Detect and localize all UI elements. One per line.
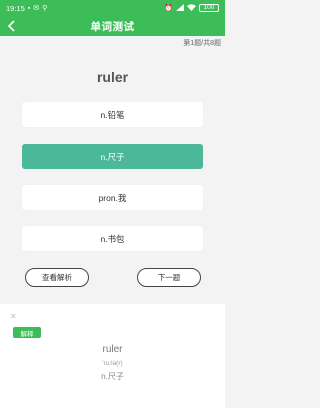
- square-icon: ▪: [27, 4, 31, 12]
- explanation-meaning: n.尺子: [101, 372, 124, 381]
- location-icon: ⚲: [42, 4, 48, 12]
- header-bar: 单词测试: [0, 16, 225, 36]
- explanation-phonetic: 'ru:lə(r): [102, 360, 123, 367]
- status-right: ⏰ 100: [164, 3, 219, 13]
- explanation-badge: 解释: [13, 327, 41, 338]
- question-word: ruler: [96, 69, 129, 85]
- view-explanation-button[interactable]: 查看解析: [25, 268, 89, 287]
- mail-icon: ✉: [33, 4, 40, 12]
- next-question-button[interactable]: 下一题: [137, 268, 201, 287]
- option-label: pron.我: [98, 192, 127, 203]
- question-progress: 第1题/共8题: [183, 40, 221, 47]
- page-title: 单词测试: [90, 20, 135, 33]
- option-3[interactable]: pron.我: [22, 185, 203, 210]
- battery-indicator: 100: [199, 4, 219, 12]
- close-icon[interactable]: ✕: [10, 313, 17, 321]
- option-4[interactable]: n.书包: [22, 226, 203, 251]
- explanation-panel: ✕ 解释 ruler 'ru:lə(r) n.尺子: [0, 304, 225, 408]
- option-label: n.书包: [100, 233, 125, 244]
- option-1[interactable]: n.铅笔: [22, 102, 203, 127]
- option-label: n.铅笔: [100, 109, 125, 120]
- option-2[interactable]: n.尺子: [22, 144, 203, 169]
- option-label: n.尺子: [100, 151, 125, 162]
- chevron-left-icon: [7, 20, 15, 32]
- signal-icon: [176, 3, 184, 13]
- status-bar: 19:15 ▪ ✉ ⚲ ⏰ 100: [0, 0, 225, 16]
- explanation-word: ruler: [102, 344, 123, 355]
- alarm-icon: ⏰: [164, 4, 173, 12]
- status-time: 19:15: [6, 3, 25, 13]
- back-button[interactable]: [3, 17, 19, 35]
- status-left: 19:15 ▪ ✉ ⚲: [6, 4, 47, 13]
- wifi-icon: [187, 3, 196, 13]
